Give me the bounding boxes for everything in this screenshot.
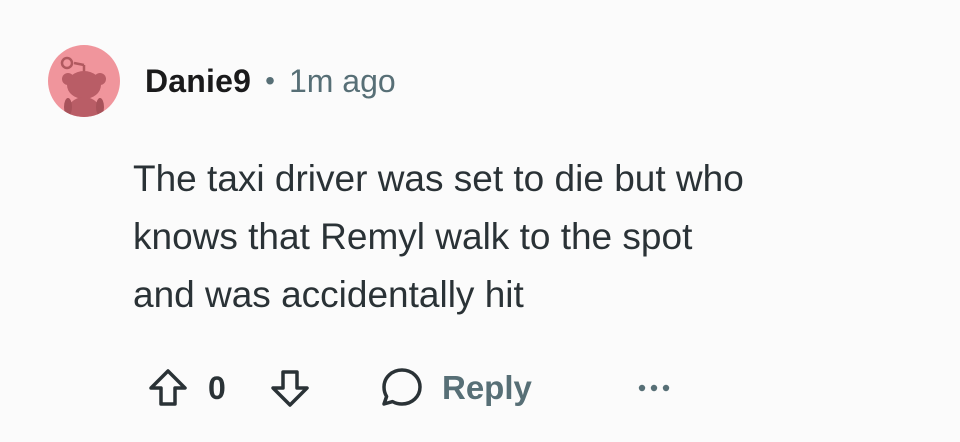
avatar[interactable] (48, 45, 120, 117)
speech-bubble-icon (382, 368, 422, 406)
comment-card: Danie9 • 1m ago The taxi driver was set … (0, 0, 960, 442)
downvote-button[interactable] (262, 358, 318, 418)
reply-button[interactable]: Reply (378, 358, 532, 418)
reply-label: Reply (442, 369, 532, 406)
horizontal-ellipsis-icon (638, 384, 670, 392)
arrow-up-outline-icon (149, 369, 187, 406)
more-options-button[interactable] (630, 358, 678, 418)
timestamp[interactable]: 1m ago (289, 63, 396, 100)
vote-score: 0 (208, 369, 226, 406)
arrow-down-outline-icon (271, 370, 309, 407)
comment-meta: Danie9 • 1m ago (145, 56, 396, 106)
snoo-avatar-icon (60, 56, 106, 117)
comment-text-line: knows that Remyl walk to the spot (133, 216, 693, 257)
upvote-button[interactable] (140, 358, 196, 418)
comment-text-line: The taxi driver was set to die but who (133, 158, 744, 199)
meta-separator: • (265, 65, 275, 96)
comment-body: The taxi driver was set to die but who k… (133, 150, 923, 324)
comment-text-line: and was accidentally hit (133, 274, 524, 315)
username-link[interactable]: Danie9 (145, 63, 251, 100)
comment-action-bar: 0 Reply (140, 358, 700, 418)
